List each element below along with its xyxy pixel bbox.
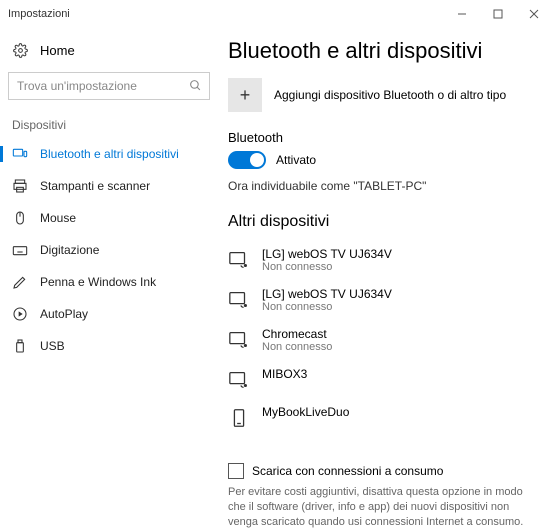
device-name: MIBOX3 (262, 367, 307, 381)
sidebar-item-mouse[interactable]: Mouse (0, 202, 218, 234)
metered-description: Per evitare costi aggiuntivi, disattiva … (228, 485, 544, 529)
device-item[interactable]: [LG] webOS TV UJ634VNon connesso (228, 283, 544, 323)
plus-icon: + (228, 78, 262, 112)
device-name: MyBookLiveDuo (262, 405, 349, 419)
autoplay-icon (12, 306, 28, 322)
discoverable-text: Ora individuabile come "TABLET-PC" (228, 179, 544, 193)
main-content: Bluetooth e altri dispositivi + Aggiungi… (218, 28, 560, 529)
metered-checkbox[interactable] (228, 463, 244, 479)
sidebar-item-label: USB (40, 339, 65, 353)
metered-download-row: Scarica con connessioni a consumo (228, 463, 544, 479)
pen-icon (12, 274, 28, 290)
sidebar-item-label: Penna e Windows Ink (40, 275, 156, 289)
add-device-label: Aggiungi dispositivo Bluetooth o di altr… (274, 88, 506, 102)
device-status: Non connesso (262, 301, 392, 313)
close-button[interactable] (516, 0, 552, 28)
sidebar-item-label: AutoPlay (40, 307, 88, 321)
minimize-button[interactable] (444, 0, 480, 28)
gear-icon (12, 42, 28, 58)
sidebar-item-typing[interactable]: Digitazione (0, 234, 218, 266)
tv-icon (228, 249, 250, 271)
device-item[interactable]: MyBookLiveDuo (228, 401, 544, 439)
window-controls (444, 0, 552, 28)
maximize-button[interactable] (480, 0, 516, 28)
page-title: Bluetooth e altri dispositivi (228, 38, 544, 64)
home-nav[interactable]: Home (0, 34, 218, 66)
sidebar-item-usb[interactable]: USB (0, 330, 218, 362)
nav-group-label: Dispositivi (0, 110, 218, 138)
other-devices-heading: Altri dispositivi (228, 213, 544, 231)
metered-label: Scarica con connessioni a consumo (252, 464, 443, 478)
usb-icon (12, 338, 28, 354)
sidebar-item-pen[interactable]: Penna e Windows Ink (0, 266, 218, 298)
sidebar-item-printers[interactable]: Stampanti e scanner (0, 170, 218, 202)
add-device-row[interactable]: + Aggiungi dispositivo Bluetooth o di al… (228, 78, 544, 112)
device-status: Non connesso (262, 341, 332, 353)
device-name: [LG] webOS TV UJ634V (262, 247, 392, 261)
search-wrap (8, 72, 210, 100)
sidebar-item-label: Digitazione (40, 243, 99, 257)
title-bar: Impostazioni (0, 0, 560, 28)
search-icon (189, 79, 202, 92)
tv-icon (228, 289, 250, 311)
phone-icon (228, 407, 250, 429)
toggle-state-label: Attivato (276, 153, 316, 167)
devices-icon (12, 146, 28, 162)
device-list: [LG] webOS TV UJ634VNon connesso [LG] we… (228, 243, 544, 439)
sidebar-item-label: Stampanti e scanner (40, 179, 150, 193)
bluetooth-label: Bluetooth (228, 130, 544, 145)
cast-icon (228, 329, 250, 351)
bluetooth-toggle-row: Attivato (228, 151, 544, 169)
sidebar-item-label: Mouse (40, 211, 76, 225)
device-item[interactable]: MIBOX3 (228, 363, 544, 401)
keyboard-icon (12, 242, 28, 258)
cast-icon (228, 369, 250, 391)
printer-icon (12, 178, 28, 194)
window-title: Impostazioni (8, 8, 444, 20)
sidebar: Home Dispositivi Bluetooth e altri dispo… (0, 28, 218, 529)
home-label: Home (40, 43, 75, 58)
sidebar-item-label: Bluetooth e altri dispositivi (40, 147, 179, 161)
device-name: [LG] webOS TV UJ634V (262, 287, 392, 301)
sidebar-item-autoplay[interactable]: AutoPlay (0, 298, 218, 330)
device-item[interactable]: ChromecastNon connesso (228, 323, 544, 363)
device-status: Non connesso (262, 261, 392, 273)
sidebar-item-bluetooth[interactable]: Bluetooth e altri dispositivi (0, 138, 218, 170)
device-name: Chromecast (262, 327, 332, 341)
bluetooth-toggle[interactable] (228, 151, 266, 169)
mouse-icon (12, 210, 28, 226)
device-item[interactable]: [LG] webOS TV UJ634VNon connesso (228, 243, 544, 283)
search-input[interactable] (8, 72, 210, 100)
